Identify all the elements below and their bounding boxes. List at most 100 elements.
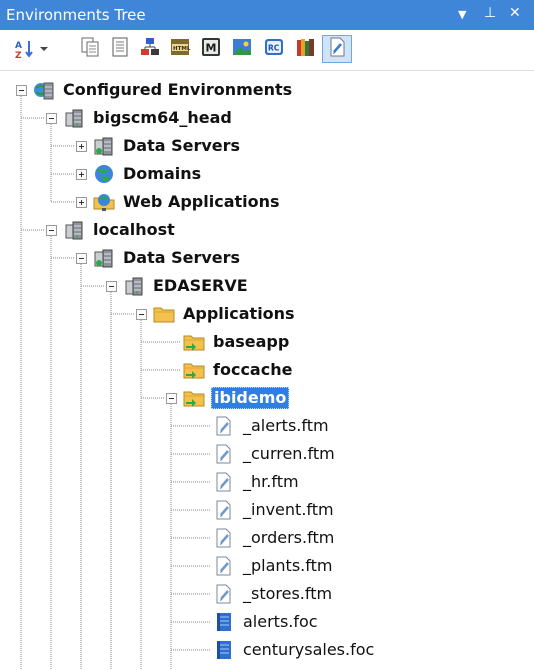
tree-node-invent-ftm[interactable]: _invent.ftm xyxy=(196,498,336,522)
books-button[interactable] xyxy=(294,37,318,61)
tree-node-localhost[interactable]: localhost xyxy=(46,218,177,242)
tree-node-domains[interactable]: Domains xyxy=(76,162,203,186)
master-file-icon: M xyxy=(200,36,222,62)
tree-node-label: baseapp xyxy=(213,332,290,351)
tree-node-data-servers[interactable]: Data Servers xyxy=(76,246,242,270)
sort-icon: A Z xyxy=(14,38,49,60)
tree-node-orders-ftm[interactable]: _orders.ftm xyxy=(196,526,336,550)
svg-text:M: M xyxy=(206,42,217,55)
tree-node-data-servers[interactable]: Data Servers xyxy=(76,134,242,158)
collapse-toggle[interactable] xyxy=(106,280,117,292)
tree-node-ibidemo[interactable]: ibidemo xyxy=(166,386,290,410)
tree-node-bigscm64-head[interactable]: bigscm64_head xyxy=(46,106,234,130)
tree-node-label: localhost xyxy=(93,220,175,239)
focus-data-file-icon xyxy=(213,611,235,633)
tree-node-plants-ftm[interactable]: _plants.ftm xyxy=(196,554,334,578)
svg-text:RC: RC xyxy=(268,44,280,53)
sort-button[interactable]: A Z xyxy=(10,37,52,61)
procedure-file-icon xyxy=(213,583,235,605)
pin-button[interactable]: ⊥ xyxy=(484,5,496,21)
tree-node-configured-environments[interactable]: Configured Environments xyxy=(16,78,294,102)
panel-dropdown-button[interactable]: ▼ xyxy=(458,8,466,21)
tree-node-label: _invent.ftm xyxy=(243,500,334,519)
procedure-button[interactable] xyxy=(322,35,352,63)
tree-node-label: Domains xyxy=(123,164,202,183)
tree-node-label: Applications xyxy=(183,304,295,323)
image-icon xyxy=(231,36,253,62)
rc-button[interactable]: RC xyxy=(262,37,286,61)
panel-title-bar: Environments Tree ▼ ⊥ ✕ xyxy=(0,0,534,30)
tree-node-curren-ftm[interactable]: _curren.ftm xyxy=(196,442,337,466)
tree-node-label: alerts.foc xyxy=(243,612,318,631)
domains-globe-icon xyxy=(93,163,115,185)
master-file-button[interactable]: M xyxy=(199,37,223,61)
tree-node-label: _orders.ftm xyxy=(243,528,335,547)
tree-node-label: centurysales.foc xyxy=(243,640,375,659)
tree-node-label: _alerts.ftm xyxy=(243,416,329,435)
hierarchy-button[interactable] xyxy=(138,37,162,61)
tree-node-label: bigscm64_head xyxy=(93,108,232,127)
web-apps-icon xyxy=(93,191,115,213)
html-icon: HTML xyxy=(169,36,191,62)
collapse-toggle[interactable] xyxy=(46,224,57,236)
tree-node-label: Data Servers xyxy=(123,136,241,155)
procedure-icon xyxy=(326,36,348,62)
tree-node-label: _plants.ftm xyxy=(243,556,333,575)
tree-node-applications[interactable]: Applications xyxy=(136,302,297,326)
copy-button[interactable] xyxy=(78,37,102,61)
tree-node-label: EDASERVE xyxy=(153,276,248,295)
collapse-toggle[interactable] xyxy=(136,308,147,320)
tree-node-edaserve[interactable]: EDASERVE xyxy=(106,274,250,298)
server-icon xyxy=(123,275,145,297)
tree-node-label: foccache xyxy=(213,360,293,379)
tree-node-stores-ftm[interactable]: _stores.ftm xyxy=(196,582,334,606)
tree-node-label: _curren.ftm xyxy=(243,444,335,463)
collapse-toggle[interactable] xyxy=(166,392,177,404)
tree-node-label: Data Servers xyxy=(123,248,241,267)
data-servers-icon xyxy=(93,247,115,269)
server-icon xyxy=(63,219,85,241)
tree-node-alerts-foc[interactable]: alerts.foc xyxy=(196,610,320,634)
svg-text:Z: Z xyxy=(15,51,22,60)
toolbar: A Z HTML M RC xyxy=(0,30,534,71)
document-button[interactable] xyxy=(108,37,132,61)
expand-toggle[interactable] xyxy=(76,196,87,208)
tree-node-alerts-ftm[interactable]: _alerts.ftm xyxy=(196,414,331,438)
svg-text:A: A xyxy=(15,41,22,51)
procedure-file-icon xyxy=(213,499,235,521)
tree-node-hr-ftm[interactable]: _hr.ftm xyxy=(196,470,301,494)
document-icon xyxy=(109,36,131,62)
server-icon xyxy=(63,107,85,129)
image-button[interactable] xyxy=(230,37,254,61)
tree-node-centurysales-foc[interactable]: centurysales.foc xyxy=(196,638,376,662)
collapse-toggle[interactable] xyxy=(16,84,27,96)
tree-node-label: Configured Environments xyxy=(63,80,293,99)
expand-toggle[interactable] xyxy=(76,140,87,152)
collapse-toggle[interactable] xyxy=(46,112,57,124)
procedure-file-icon xyxy=(213,443,235,465)
tree-node-foccache[interactable]: foccache xyxy=(166,358,294,382)
tree-node-label: _hr.ftm xyxy=(243,472,299,491)
app-folder-icon xyxy=(183,387,205,409)
collapse-toggle[interactable] xyxy=(76,252,87,264)
app-folder-icon xyxy=(183,331,205,353)
folder-icon xyxy=(153,303,175,325)
app-folder-icon xyxy=(183,359,205,381)
procedure-file-icon xyxy=(213,527,235,549)
copy-icon xyxy=(79,36,101,62)
tree-node-baseapp[interactable]: baseapp xyxy=(166,330,291,354)
hierarchy-icon xyxy=(139,36,161,62)
rc-icon: RC xyxy=(263,36,285,62)
tree-node-label: ibidemo xyxy=(211,387,290,409)
expand-toggle[interactable] xyxy=(76,168,87,180)
environments-tree: Configured Environments bigscm64_head Data… xyxy=(0,72,534,670)
data-servers-icon xyxy=(93,135,115,157)
procedure-file-icon xyxy=(213,415,235,437)
focus-data-file-icon xyxy=(213,639,235,661)
tree-node-web-applications[interactable]: Web Applications xyxy=(76,190,282,214)
procedure-file-icon xyxy=(213,471,235,493)
close-button[interactable]: ✕ xyxy=(509,5,521,21)
tree-node-label: Web Applications xyxy=(123,192,280,211)
html-button[interactable]: HTML xyxy=(168,37,192,61)
books-icon xyxy=(295,36,317,62)
